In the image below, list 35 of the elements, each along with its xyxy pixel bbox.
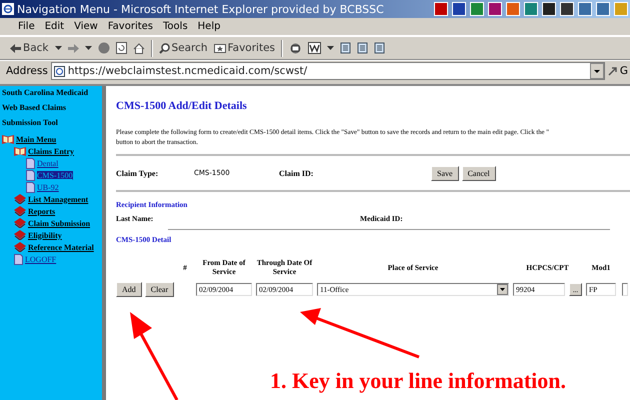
menu-item[interactable]: View [74, 21, 98, 32]
clear-button[interactable]: Clear [144, 282, 174, 297]
go-button[interactable]: G [608, 65, 628, 77]
add-button[interactable]: Add [116, 282, 142, 297]
nav-link[interactable]: Claims Entry [28, 146, 74, 156]
nav-link[interactable]: List Management [28, 194, 88, 204]
app-title: Submission Tool [2, 118, 59, 127]
save-button[interactable]: Save [431, 166, 459, 180]
nav-link[interactable]: Reports [28, 206, 56, 216]
favorites-button[interactable]: Favorites [214, 42, 276, 54]
nav-link[interactable]: Dental [37, 158, 58, 168]
cancel-button[interactable]: Cancel [462, 166, 496, 180]
menu-item[interactable]: Edit [44, 21, 64, 32]
field-label: Claim Type: [116, 168, 160, 178]
nav-link[interactable]: Reference Material [28, 242, 94, 252]
nav-link[interactable]: CMS-1500 [37, 170, 73, 180]
nav-link[interactable]: Claim Submission [28, 218, 90, 228]
menu-item[interactable]: Help [198, 21, 220, 32]
callout-text: 1. Key in your line information. [270, 368, 566, 394]
address-label: Address [6, 65, 48, 77]
address-field[interactable]: https://webclaimstest.ncmedicaid.com/scwst/ [50, 62, 605, 80]
page-title: CMS-1500 Add/Edit Details [116, 100, 248, 112]
menu-item[interactable]: File [18, 21, 35, 32]
menu-item[interactable]: Favorites [108, 21, 154, 32]
menu-item[interactable]: Tools [163, 21, 188, 32]
nav-link[interactable]: UB-92 [37, 182, 59, 192]
search-button[interactable]: Search [158, 42, 208, 54]
nav-link[interactable]: Eligibility [28, 230, 62, 240]
app-title: South Carolina Medicaid [2, 88, 90, 97]
window-title: Navigation Menu - Microsoft Internet Explorer provided by BCBSSC [17, 2, 385, 16]
back-button[interactable]: Back [10, 42, 48, 54]
nav-link[interactable]: LOGOFF [25, 254, 56, 264]
nav-link[interactable]: Main Menu [16, 134, 56, 144]
field-label: Claim ID: [279, 168, 314, 178]
app-title: Web Based Claims [2, 103, 68, 112]
